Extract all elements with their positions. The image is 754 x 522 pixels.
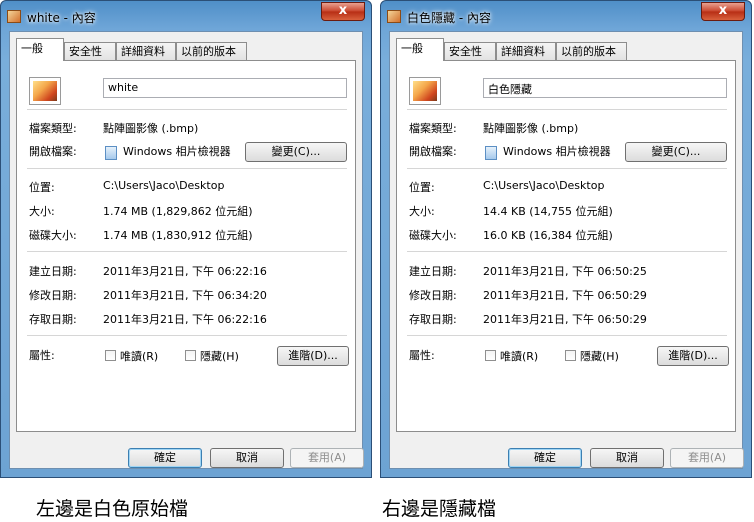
file-type-value: 點陣圖影像 (.bmp) xyxy=(483,122,579,135)
photo-viewer-icon xyxy=(105,146,117,160)
location-label: 位置: xyxy=(29,181,55,194)
tab-security[interactable]: 安全性 xyxy=(444,42,496,60)
location-value: C:\Users\Jaco\Desktop xyxy=(103,179,225,192)
created-label: 建立日期: xyxy=(29,265,77,278)
created-value: 2011年3月21日, 下午 06:22:16 xyxy=(103,265,267,278)
tab-general[interactable]: 一般 xyxy=(16,38,64,61)
modified-value: 2011年3月21日, 下午 06:50:29 xyxy=(483,289,647,302)
modified-label: 修改日期: xyxy=(409,289,457,302)
tab-previous-versions[interactable]: 以前的版本 xyxy=(556,42,627,60)
size-value: 1.74 MB (1,829,862 位元組) xyxy=(103,205,253,218)
opens-with-label: 開啟檔案: xyxy=(29,145,77,158)
size-label: 大小: xyxy=(409,205,435,218)
disk-size-value: 1.74 MB (1,830,912 位元組) xyxy=(103,229,253,242)
location-label: 位置: xyxy=(409,181,435,194)
divider xyxy=(27,251,347,252)
title-bar[interactable]: white - 內容 x xyxy=(1,1,371,31)
divider xyxy=(407,335,727,336)
file-name-field[interactable]: 白色隱藏 xyxy=(483,78,727,98)
modified-value: 2011年3月21日, 下午 06:34:20 xyxy=(103,289,267,302)
photo-viewer-icon xyxy=(485,146,497,160)
cancel-button[interactable]: 取消 xyxy=(210,448,284,468)
advanced-button[interactable]: 進階(D)... xyxy=(277,346,349,366)
size-label: 大小: xyxy=(29,205,55,218)
dialog-client: 一般 安全性 詳細資料 以前的版本 white 檔案類型: 點陣圖影像 (.bm… xyxy=(9,31,364,469)
general-panel: 白色隱藏 檔案類型: 點陣圖影像 (.bmp) 開啟檔案: Windows 相片… xyxy=(396,60,736,432)
hidden-label: 隱藏(H) xyxy=(200,350,239,363)
accessed-value: 2011年3月21日, 下午 06:50:29 xyxy=(483,313,647,326)
readonly-label: 唯讀(R) xyxy=(120,350,159,363)
properties-window-left: white - 內容 x 一般 安全性 詳細資料 以前的版本 white 檔案類… xyxy=(0,0,372,478)
attributes-label: 屬性: xyxy=(29,349,55,362)
tab-details[interactable]: 詳細資料 xyxy=(496,42,556,60)
file-type-label: 檔案類型: xyxy=(29,122,77,135)
file-type-value: 點陣圖影像 (.bmp) xyxy=(103,122,199,135)
divider xyxy=(27,168,347,169)
created-value: 2011年3月21日, 下午 06:50:25 xyxy=(483,265,647,278)
disk-size-value: 16.0 KB (16,384 位元組) xyxy=(483,229,613,242)
divider xyxy=(407,109,727,110)
ok-button[interactable]: 確定 xyxy=(508,448,582,468)
bitmap-image-icon xyxy=(409,77,441,105)
tab-security[interactable]: 安全性 xyxy=(64,42,116,60)
change-button[interactable]: 變更(C)... xyxy=(245,142,347,162)
dialog-client: 一般 安全性 詳細資料 以前的版本 白色隱藏 檔案類型: 點陣圖影像 (.bmp… xyxy=(389,31,744,469)
tab-details[interactable]: 詳細資料 xyxy=(116,42,176,60)
disk-size-label: 磁碟大小: xyxy=(29,229,77,242)
ok-button[interactable]: 確定 xyxy=(128,448,202,468)
accessed-label: 存取日期: xyxy=(29,313,77,326)
created-label: 建立日期: xyxy=(409,265,457,278)
readonly-checkbox[interactable] xyxy=(485,350,496,361)
attributes-label: 屬性: xyxy=(409,349,435,362)
tab-general[interactable]: 一般 xyxy=(396,38,444,61)
close-button[interactable]: x xyxy=(701,2,745,21)
file-name-field[interactable]: white xyxy=(103,78,347,98)
title-bar[interactable]: 白色隱藏 - 內容 x xyxy=(381,1,751,31)
caption-left: 左邊是白色原始檔 xyxy=(36,498,189,520)
properties-window-right: 白色隱藏 - 內容 x 一般 安全性 詳細資料 以前的版本 白色隱藏 檔案類型:… xyxy=(380,0,752,478)
location-value: C:\Users\Jaco\Desktop xyxy=(483,179,605,192)
hidden-label: 隱藏(H) xyxy=(580,350,619,363)
accessed-value: 2011年3月21日, 下午 06:22:16 xyxy=(103,313,267,326)
apply-button[interactable]: 套用(A) xyxy=(290,448,364,468)
accessed-label: 存取日期: xyxy=(409,313,457,326)
cancel-button[interactable]: 取消 xyxy=(590,448,664,468)
modified-label: 修改日期: xyxy=(29,289,77,302)
bitmap-file-icon xyxy=(7,10,21,23)
divider xyxy=(27,335,347,336)
caption-right: 右邊是隱藏檔 xyxy=(382,498,497,520)
opens-with-value: Windows 相片檢視器 xyxy=(503,145,611,158)
divider xyxy=(407,251,727,252)
change-button[interactable]: 變更(C)... xyxy=(625,142,727,162)
window-title: white - 內容 xyxy=(27,11,96,25)
opens-with-label: 開啟檔案: xyxy=(409,145,457,158)
opens-with-value: Windows 相片檢視器 xyxy=(123,145,231,158)
hidden-checkbox[interactable] xyxy=(565,350,576,361)
apply-button[interactable]: 套用(A) xyxy=(670,448,744,468)
general-panel: white 檔案類型: 點陣圖影像 (.bmp) 開啟檔案: Windows 相… xyxy=(16,60,356,432)
hidden-checkbox[interactable] xyxy=(185,350,196,361)
close-button[interactable]: x xyxy=(321,2,365,21)
disk-size-label: 磁碟大小: xyxy=(409,229,457,242)
file-type-label: 檔案類型: xyxy=(409,122,457,135)
bitmap-image-icon xyxy=(29,77,61,105)
divider xyxy=(27,109,347,110)
readonly-label: 唯讀(R) xyxy=(500,350,539,363)
size-value: 14.4 KB (14,755 位元組) xyxy=(483,205,613,218)
bitmap-file-icon xyxy=(387,10,401,23)
tab-previous-versions[interactable]: 以前的版本 xyxy=(176,42,247,60)
divider xyxy=(407,168,727,169)
readonly-checkbox[interactable] xyxy=(105,350,116,361)
advanced-button[interactable]: 進階(D)... xyxy=(657,346,729,366)
window-title: 白色隱藏 - 內容 xyxy=(407,11,491,25)
